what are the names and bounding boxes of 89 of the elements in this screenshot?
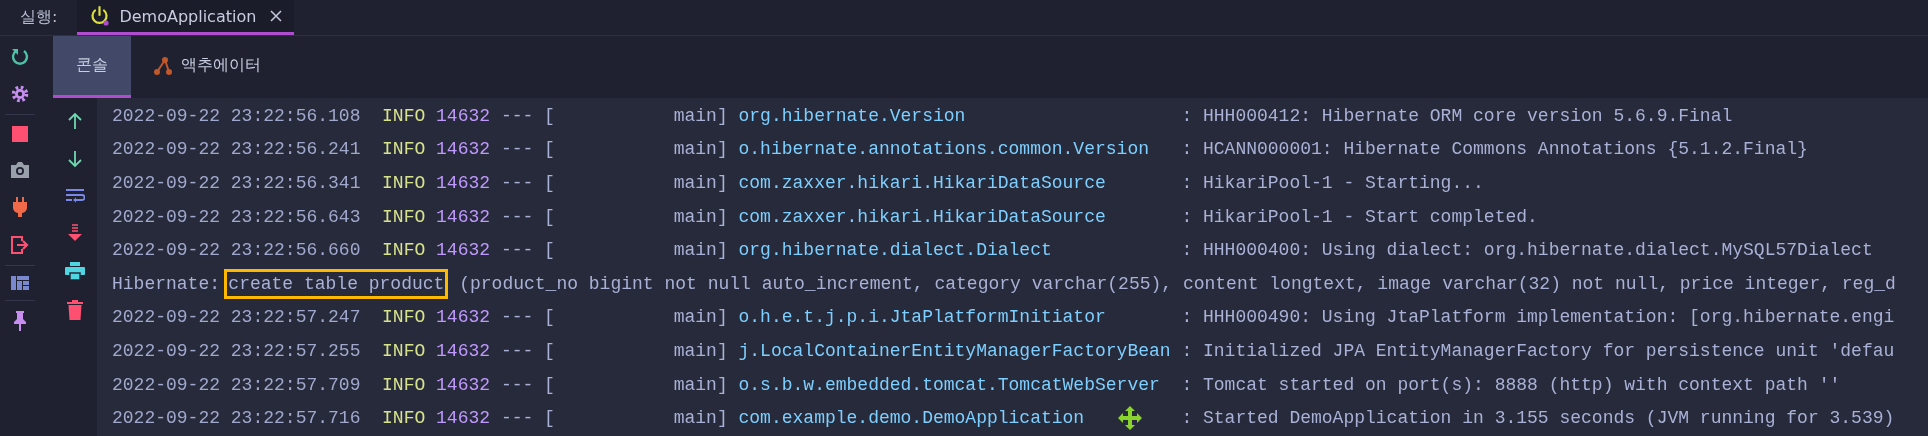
process-id: 14632 — [436, 340, 491, 361]
log-message: : Started DemoApplication in 3.155 seconds (JVM running for 3.539) — [1181, 408, 1895, 429]
tab-title: DemoApplication — [119, 6, 257, 26]
log-separator: --- — [500, 307, 534, 328]
log-level: INFO — [382, 408, 426, 429]
thread-name: [ main] — [544, 240, 728, 261]
settings-icon[interactable] — [10, 84, 30, 104]
logger-name: j.LocalContainerEntityManagerFactoryBean — [738, 340, 1171, 361]
run-tab[interactable]: DemoApplication — [77, 0, 295, 35]
logger-name: com.zaxxer.hikari.HikariDataSource — [738, 206, 1106, 227]
layout-icon[interactable] — [11, 276, 29, 290]
log-message: : HHH000490: Using JtaPlatform implementation: [org.hibernate.engi — [1181, 307, 1895, 328]
process-id: 14632 — [436, 173, 491, 193]
log-message: : HCANN000001: Hibernate Commons Annotations {5.1.2.Final} — [1181, 139, 1808, 160]
log-separator: --- — [500, 374, 534, 395]
logger-name: o.s.b.w.embedded.tomcat.TomcatWebServer — [738, 374, 1160, 395]
thread-name: [ main] — [544, 408, 728, 429]
up-arrow-icon[interactable] — [67, 112, 83, 130]
camera-icon[interactable] — [10, 161, 30, 179]
log-separator: --- — [500, 340, 534, 361]
trash-icon[interactable] — [67, 300, 83, 320]
move-cursor-icon — [1117, 405, 1143, 431]
log-level: INFO — [382, 105, 426, 126]
log-message: : HHH000412: Hibernate ORM core version 5.6.9.Final — [1181, 105, 1733, 126]
highlighted-sql: create table product — [224, 268, 449, 299]
logger-name: com.example.demo.DemoApplication — [738, 408, 1085, 429]
logger-name: o.h.e.t.j.p.i.JtaPlatformInitiator — [738, 307, 1106, 328]
rerun-icon[interactable] — [10, 46, 30, 66]
process-id: 14632 — [436, 240, 491, 261]
close-icon[interactable] — [270, 10, 283, 22]
log-level: INFO — [382, 307, 426, 328]
log-timestamp: 2022-09-22 23:22:56.341 — [112, 173, 361, 193]
tool-tab[interactable]: 콘솔 — [53, 36, 131, 98]
wrap-icon[interactable] — [65, 188, 85, 204]
log-separator: --- — [500, 240, 534, 261]
process-id: 14632 — [436, 307, 491, 328]
log-timestamp: 2022-09-22 23:22:56.108 — [112, 105, 361, 126]
log-message: : HikariPool-1 - Start completed. — [1181, 206, 1538, 227]
sql-statement: (product_no bigint not null auto_increment, category varchar(255), content longtext, image varchar(32) not null, price integer, reg_d — [459, 273, 1896, 294]
thread-name: [ main] — [544, 206, 728, 227]
stop-icon[interactable] — [11, 125, 29, 143]
thread-name: [ main] — [544, 307, 728, 328]
thread-name: [ main] — [544, 139, 728, 160]
log-message: : HHH000400: Using dialect: org.hibernate.dialect.MySQL57Dialect — [1181, 240, 1873, 261]
plug-icon[interactable] — [12, 197, 28, 217]
power-icon — [89, 5, 112, 27]
scroll-end-icon[interactable] — [67, 224, 83, 242]
log-level: INFO — [382, 240, 426, 261]
log-separator: --- — [500, 139, 534, 160]
exit-icon[interactable] — [10, 235, 30, 255]
log-timestamp: 2022-09-22 23:22:57.247 — [112, 307, 361, 328]
log-timestamp: 2022-09-22 23:22:56.660 — [112, 240, 361, 261]
log-timestamp: 2022-09-22 23:22:56.643 — [112, 206, 361, 227]
log-level: INFO — [382, 173, 426, 193]
log-level: INFO — [382, 374, 426, 395]
log-timestamp: 2022-09-22 23:22:57.255 — [112, 340, 361, 361]
log-timestamp: 2022-09-22 23:22:57.709 — [112, 374, 361, 395]
logger-name: o.hibernate.annotations.common.Version — [738, 139, 1149, 160]
thread-name: [ main] — [544, 105, 728, 126]
sql-prefix: Hibernate: — [112, 273, 221, 294]
log-timestamp: 2022-09-22 23:22:56.241 — [112, 139, 361, 160]
down-arrow-icon[interactable] — [67, 150, 83, 168]
log-message: : HikariPool-1 - Starting... — [1181, 173, 1484, 193]
node-graph-icon — [153, 55, 173, 76]
tool-tab[interactable]: 액추에이터 — [131, 36, 283, 98]
log-message: : Initialized JPA EntityManagerFactory for persistence unit 'defau — [1181, 340, 1895, 361]
process-id: 14632 — [436, 139, 491, 160]
process-id: 14632 — [436, 105, 491, 126]
log-separator: --- — [500, 206, 534, 227]
log-level: INFO — [382, 206, 426, 227]
thread-name: [ main] — [544, 173, 728, 193]
thread-name: [ main] — [544, 374, 728, 395]
log-message: : Tomcat started on port(s): 8888 (http) with context path '' — [1181, 374, 1841, 395]
process-id: 14632 — [436, 408, 491, 429]
logger-name: com.zaxxer.hikari.HikariDataSource — [738, 173, 1106, 193]
thread-name: [ main] — [544, 340, 728, 361]
log-level: INFO — [382, 139, 426, 160]
print-icon[interactable] — [65, 262, 85, 280]
run-label: 실행: — [20, 7, 58, 28]
log-level: INFO — [382, 340, 426, 361]
log-separator: --- — [500, 173, 534, 193]
pin-icon[interactable] — [13, 311, 27, 331]
log-separator: --- — [500, 408, 534, 429]
logger-name: org.hibernate.Version — [738, 105, 966, 126]
log-separator: --- — [500, 105, 534, 126]
process-id: 14632 — [436, 206, 491, 227]
log-timestamp: 2022-09-22 23:22:57.716 — [112, 408, 361, 429]
process-id: 14632 — [436, 374, 491, 395]
logger-name: org.hibernate.dialect.Dialect — [738, 240, 1052, 261]
